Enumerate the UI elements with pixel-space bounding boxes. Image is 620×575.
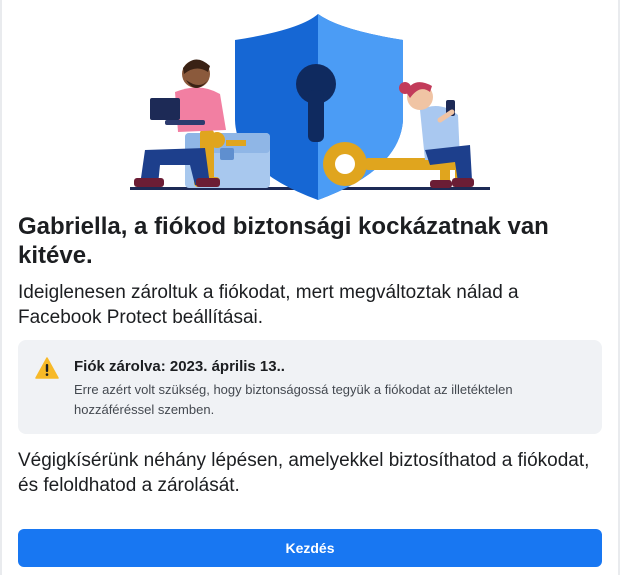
notice-text: Erre azért volt szükség, hogy biztonságo…: [74, 382, 513, 417]
woman-with-phone: [399, 82, 474, 188]
lock-description: Ideiglenesen zároltuk a fiókodat, mert m…: [18, 282, 519, 328]
page-title: Gabriella, a fiókod biztonsági kockázatn…: [18, 213, 549, 269]
security-illustration: [130, 14, 490, 200]
notice-title: Fiók zárolva: 2023. április 13..: [74, 358, 285, 375]
start-button[interactable]: Kezdés: [18, 529, 602, 567]
lock-notice: Fiók zárolva: 2023. április 13.. Erre az…: [18, 340, 602, 434]
lock-dialog: Gabriella, a fiókod biztonsági kockázatn…: [0, 0, 620, 575]
warning-icon: [35, 357, 59, 379]
guide-text: Végigkísérünk néhány lépésen, amelyekkel…: [18, 450, 590, 496]
